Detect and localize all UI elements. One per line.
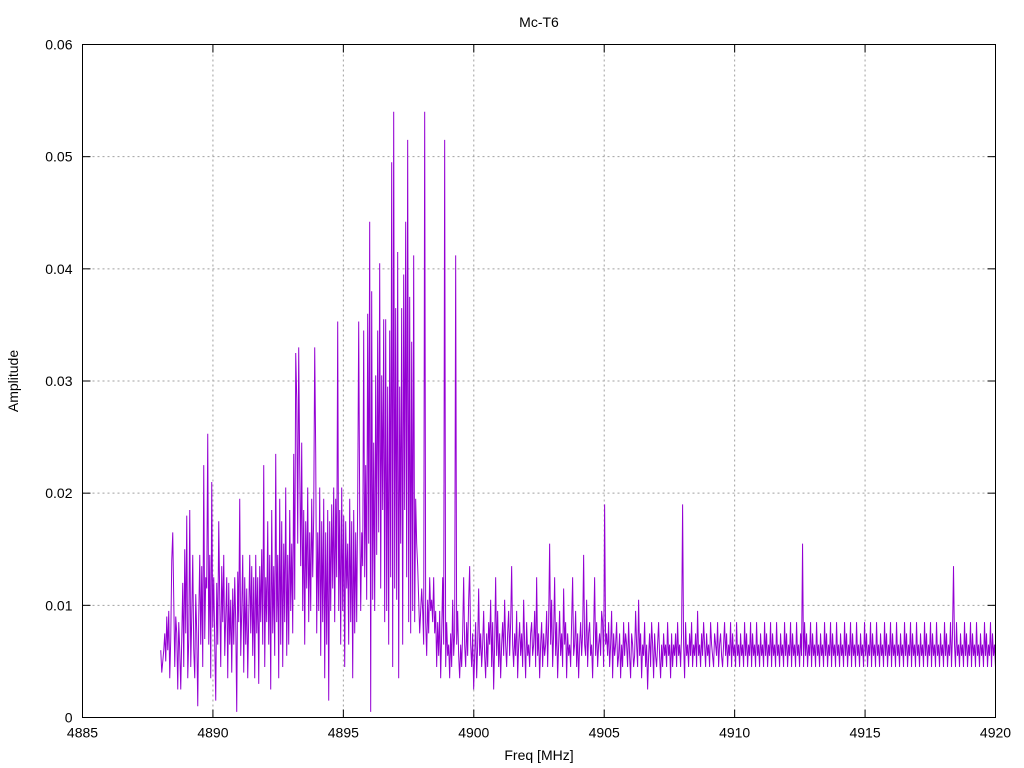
x-tick-label: 4895 — [328, 725, 359, 741]
x-tick-label: 4890 — [197, 725, 228, 741]
chart-background — [0, 0, 1024, 768]
x-tick-label: 4910 — [719, 725, 750, 741]
y-tick-label: 0.01 — [45, 597, 72, 613]
chart-title: Mc-T6 — [519, 14, 559, 30]
x-tick-label: 4900 — [458, 725, 489, 741]
x-tick-label: 4905 — [589, 725, 620, 741]
x-tick-label: 4920 — [980, 725, 1011, 741]
spectrum-chart: 4885 4890 4895 4900 4905 4910 4915 4920 0 0.01 0.… — [0, 0, 1024, 768]
y-tick-label: 0 — [65, 710, 73, 726]
y-tick-label: 0.04 — [45, 261, 72, 277]
y-axis-label: Amplitude — [5, 350, 21, 412]
y-tick-label: 0.03 — [45, 373, 72, 389]
x-tick-label: 4885 — [67, 725, 98, 741]
x-axis-label: Freq [MHz] — [504, 747, 573, 763]
y-tick-label: 0.05 — [45, 149, 72, 165]
x-tick-label: 4915 — [849, 725, 880, 741]
y-tick-label: 0.06 — [45, 37, 72, 53]
y-tick-label: 0.02 — [45, 485, 72, 501]
